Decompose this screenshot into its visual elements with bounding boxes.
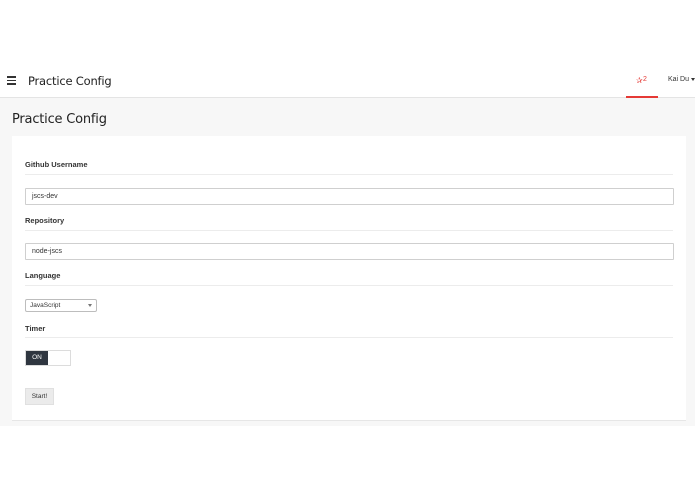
star-icon: ✰ <box>636 76 643 85</box>
app-title: Practice Config <box>28 74 112 88</box>
page-title: Practice Config <box>12 112 107 127</box>
divider <box>25 230 673 231</box>
chevron-down-icon <box>88 304 92 307</box>
divider <box>25 285 673 286</box>
user-name: Kai Du <box>668 76 690 83</box>
language-label: Language <box>25 271 61 280</box>
config-form-card: Github Username jscs-dev Repository node… <box>12 136 686 421</box>
start-button[interactable]: Start! <box>25 388 54 405</box>
language-selected-value: JavaScript <box>30 302 61 309</box>
timer-toggle[interactable]: ON <box>25 350 71 366</box>
repository-input[interactable]: node-jscs <box>25 243 674 260</box>
timer-toggle-on: ON <box>26 351 48 365</box>
starred-tab[interactable]: ✰ 2 <box>626 64 658 98</box>
github-username-input[interactable]: jscs-dev <box>25 188 674 205</box>
chevron-down-icon <box>691 77 695 81</box>
language-select[interactable]: JavaScript <box>25 299 97 312</box>
repository-label: Repository <box>25 216 65 225</box>
top-navbar: Practice Config ✰ 2 Kai Du <box>0 64 695 98</box>
user-menu[interactable]: Kai Du <box>668 76 695 83</box>
github-username-label: Github Username <box>25 160 88 169</box>
hamburger-menu-icon[interactable] <box>7 76 17 85</box>
divider <box>25 337 673 338</box>
star-count: 2 <box>643 76 647 83</box>
app-container: Practice Config ✰ 2 Kai Du Practice Conf… <box>0 64 695 426</box>
divider <box>25 174 673 175</box>
timer-label: Timer <box>25 324 46 333</box>
